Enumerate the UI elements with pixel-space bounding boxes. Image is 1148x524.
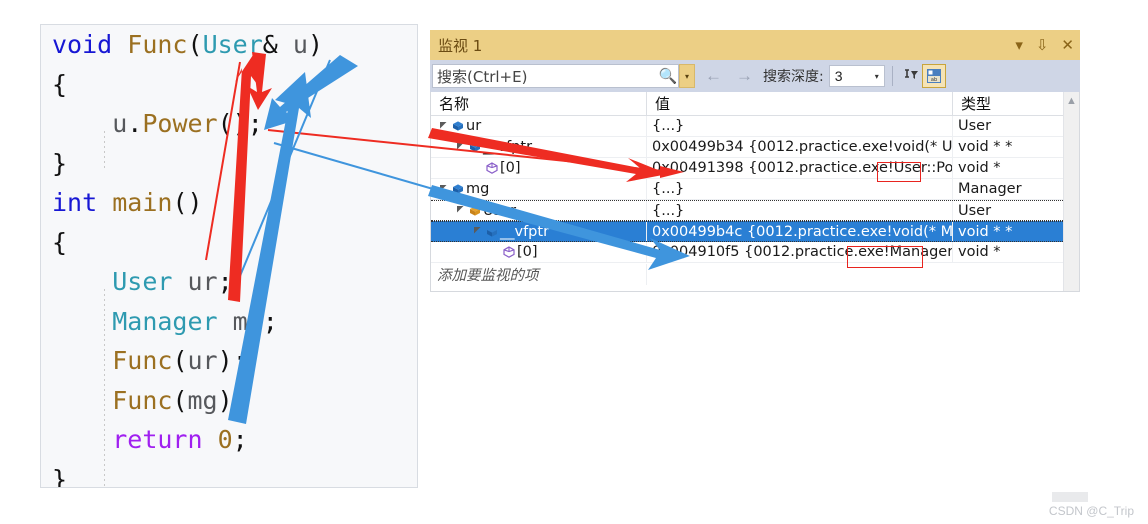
grid-header-row: 名称 值 类型 — [431, 92, 1079, 116]
struct-icon — [483, 225, 500, 239]
code-line: return 0; — [112, 425, 248, 454]
row-name-label: mg — [466, 181, 490, 197]
cell-type: void * * — [958, 223, 1013, 240]
grid-vertical-scrollbar[interactable]: ▲ — [1063, 92, 1079, 291]
code-editor-panel[interactable]: void Func(User& u) { u.Power();} int main(… — [40, 24, 418, 488]
cell-value[interactable]: {...} — [647, 179, 953, 199]
row-name-label: [0] — [500, 160, 521, 176]
expander-triangle-icon[interactable] — [437, 184, 449, 195]
row-name-label: __vfptr — [500, 223, 550, 240]
expander-triangle-icon[interactable] — [454, 205, 466, 216]
row-name-label: __vfptr — [483, 139, 533, 155]
struct-icon — [449, 182, 466, 196]
expander-triangle-icon[interactable] — [437, 121, 449, 132]
struct-icon — [449, 119, 466, 133]
grid-body: ur {...} User __vfptr 0x00499b34 {0012.pract… — [431, 116, 1079, 263]
table-row[interactable]: [0] 0x00491398 {0012.practice.exe!User::P… — [431, 158, 1079, 179]
table-row[interactable]: User {...} User — [431, 200, 1079, 221]
code-line: void Func(User& u) — [52, 30, 324, 59]
watermark-block — [1052, 492, 1088, 502]
code-line: u.Power(); — [112, 109, 263, 138]
field-icon — [483, 161, 500, 175]
svg-text:ab: ab — [931, 77, 937, 83]
toolbar-separator — [891, 66, 893, 86]
cell-name[interactable]: ur — [431, 116, 647, 136]
indent-guide — [104, 289, 105, 487]
indent-guide — [104, 131, 105, 171]
code-lines: void Func(User& u) { u.Power();} int main(… — [41, 25, 417, 488]
struct-icon — [466, 140, 483, 154]
table-row[interactable]: ur {...} User — [431, 116, 1079, 137]
row-name-label: ur — [466, 118, 482, 134]
column-header-name[interactable]: 名称 — [431, 92, 647, 115]
cell-value[interactable]: {...} — [647, 201, 953, 220]
table-row[interactable]: __vfptr 0x00499b4c {0012.practice.exe!voi… — [431, 221, 1079, 242]
hex-display-icon[interactable]: ab — [921, 64, 946, 88]
watch-window[interactable]: 监视 1 ▾ ⇩ ✕ 搜索(Ctrl+E) 🔍 ▾ ← → 搜索深度: 3 ▾ … — [430, 30, 1080, 292]
chevron-down-icon[interactable]: ▾ — [875, 72, 884, 81]
close-icon[interactable]: ✕ — [1061, 38, 1074, 53]
code-line: Func(ur); — [112, 346, 248, 375]
cell-type: void * * — [958, 139, 1013, 155]
pin-icon[interactable]: ⇩ — [1036, 38, 1049, 53]
column-header-type[interactable]: 类型 — [953, 92, 1061, 115]
scroll-up-icon[interactable]: ▲ — [1064, 95, 1079, 107]
field-icon — [500, 245, 517, 259]
watch-window-titlebar[interactable]: 监视 1 ▾ ⇩ ✕ — [430, 30, 1080, 60]
cell-name[interactable]: __vfptr — [431, 222, 647, 241]
code-line: } — [52, 464, 68, 488]
add-watch-placeholder: 添加要监视的项 — [431, 263, 647, 285]
search-icon[interactable]: 🔍 — [658, 67, 678, 85]
code-line: Manager mg; — [112, 306, 278, 336]
code-line: } — [52, 148, 68, 178]
code-line: { — [52, 69, 68, 99]
expander-triangle-icon[interactable] — [454, 142, 466, 153]
search-options-dropdown[interactable]: ▾ — [679, 64, 695, 88]
watch-window-title: 监视 1 — [438, 36, 483, 55]
code-line: Func(mg); — [112, 385, 248, 415]
watch-grid[interactable]: 名称 值 类型 ur {...} User __vfptr 0x00499b34 {00… — [430, 92, 1080, 292]
cell-value[interactable]: 0x00499b4c {0012.practice.exe!void(* Man… — [647, 222, 953, 241]
code-line: { — [52, 227, 68, 257]
cell-type: void * — [958, 160, 1001, 176]
cell-name[interactable]: __vfptr — [431, 137, 647, 157]
search-depth-label: 搜索深度: — [763, 69, 824, 85]
search-depth-select[interactable]: 3 ▾ — [828, 65, 885, 87]
table-row[interactable]: __vfptr 0x00499b34 {0012.practice.exe!voi… — [431, 137, 1079, 158]
table-row[interactable]: [0] 0x004910f5 {0012.practice.exe!Manager… — [431, 242, 1079, 263]
search-depth-value: 3 — [834, 68, 843, 84]
pin-filter-icon[interactable] — [900, 65, 922, 87]
red-highlight-user-scope — [877, 162, 921, 182]
code-line: int main() — [52, 188, 203, 217]
cell-type: void * — [958, 244, 1001, 260]
search-placeholder: 搜索(Ctrl+E) — [437, 67, 528, 86]
cell-type: User — [958, 202, 992, 219]
base-class-icon — [466, 204, 483, 218]
cell-name[interactable]: User — [431, 201, 647, 220]
table-row[interactable]: mg {...} Manager — [431, 179, 1079, 200]
watch-toolbar[interactable]: 搜索(Ctrl+E) 🔍 ▾ ← → 搜索深度: 3 ▾ ab — [430, 60, 1080, 92]
cell-value[interactable]: {...} — [647, 116, 953, 136]
column-header-value[interactable]: 值 — [647, 92, 953, 115]
code-line: User ur; — [112, 267, 233, 296]
search-forward-button[interactable]: → — [732, 66, 757, 86]
window-menu-icon[interactable]: ▾ — [1015, 38, 1023, 53]
row-name-label: [0] — [517, 244, 538, 260]
cell-name[interactable]: [0] — [431, 158, 647, 178]
cell-type: Manager — [958, 181, 1022, 197]
search-input[interactable]: 搜索(Ctrl+E) 🔍 — [432, 64, 679, 88]
search-back-button[interactable]: ← — [701, 66, 726, 86]
cell-name[interactable]: [0] — [431, 242, 647, 262]
cell-type: User — [958, 118, 992, 134]
expander-triangle-icon[interactable] — [471, 226, 483, 237]
cell-value[interactable]: 0x00499b34 {0012.practice.exe!void(* Use… — [647, 137, 953, 157]
add-watch-row[interactable]: 添加要监视的项 — [431, 263, 1079, 285]
cell-name[interactable]: mg — [431, 179, 647, 199]
row-name-label: User — [483, 202, 517, 219]
watermark: CSDN @C_Trip — [1048, 504, 1134, 518]
red-highlight-manager-scope — [847, 246, 923, 268]
